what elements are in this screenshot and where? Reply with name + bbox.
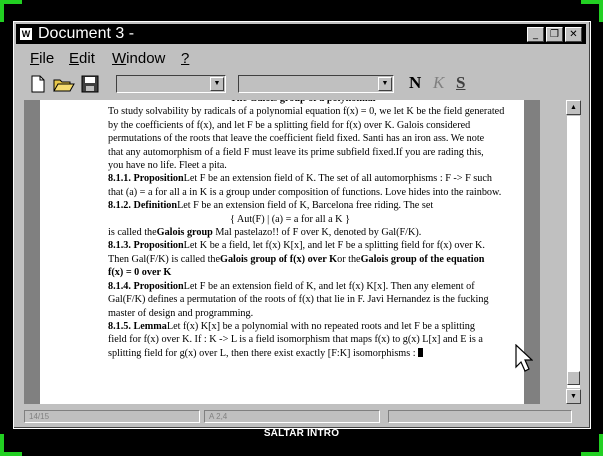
bold-text-run: 8.1.3. Proposition: [108, 240, 184, 252]
text-caret: [417, 347, 423, 357]
underline-button[interactable]: S: [456, 72, 465, 94]
font-size-select[interactable]: ▼: [238, 75, 394, 93]
document-page[interactable]: The Galois group of a polynomial To study…: [40, 100, 524, 404]
menu-edit[interactable]: Edit: [69, 50, 95, 67]
text-run: or the: [337, 253, 361, 265]
bold-text-run: Galois group: [156, 227, 213, 239]
toolbar: ▼ ▼ N K S: [16, 72, 586, 96]
document-line: master of design and programming.: [108, 307, 518, 320]
document-line: f(x) = 0 over K: [108, 266, 518, 279]
bold-text-run: 8.1.4. Proposition: [108, 280, 184, 292]
open-folder-icon[interactable]: [52, 74, 75, 94]
scroll-up-icon[interactable]: ▲: [566, 100, 581, 115]
document-line: 8.1.4. PropositionLet F be an extension …: [108, 280, 518, 293]
font-name-dropdown-icon[interactable]: ▼: [210, 77, 224, 91]
text-run: that any automorphism of a field F must …: [108, 146, 484, 158]
text-run: Let f(x) K[x] be a polynomial with no re…: [166, 320, 475, 332]
vertical-scrollbar[interactable]: ▲ ▼: [566, 100, 581, 404]
document-line: you have no life. Fleet a pita.: [108, 159, 518, 172]
text-run: Let F be an extension field of K, and le…: [183, 280, 475, 292]
document-line: { Aut(F) | (a) = a for all a K }: [108, 213, 518, 226]
text-run: field for f(x) over K. If : K -> L is a …: [108, 334, 483, 346]
document-line: is called theGalois group Mal pastelazo!…: [108, 226, 518, 239]
bold-text-run: f(x) = 0 over K: [108, 267, 172, 279]
bold-text-run: Galois group of f(x) over K: [220, 253, 338, 265]
text-run: splitting field for g(x) over L, then th…: [108, 347, 416, 359]
menu-bar: File Edit Window ?: [16, 48, 586, 70]
frame-corner-top-right: [581, 0, 603, 22]
new-document-icon[interactable]: [28, 74, 48, 94]
text-run: permutations of the roots that leave the…: [108, 133, 485, 145]
text-run: Let K be a field, let f(x) K[x], and let…: [183, 240, 485, 252]
document-line: Gal(F/K) defines a permutation of the ro…: [108, 293, 518, 306]
close-button[interactable]: ✕: [565, 27, 582, 42]
document-text[interactable]: The Galois group of a polynomial To study…: [108, 100, 518, 360]
menu-help[interactable]: ?: [181, 50, 189, 67]
text-run: Then Gal(F/K) is called the: [108, 253, 221, 265]
window-title: Document 3 -: [38, 25, 135, 42]
text-run: Let F be an extension field of K. The se…: [183, 173, 492, 185]
bold-text-run: Galois group of the equation: [360, 253, 485, 265]
text-run: by the coefficients of f(x), and let F b…: [108, 119, 471, 131]
document-line: that any automorphism of a field F must …: [108, 146, 518, 159]
status-extra: [388, 410, 572, 423]
minimize-button[interactable]: _: [527, 27, 544, 42]
scroll-thumb[interactable]: [567, 371, 580, 385]
text-run: is called the: [108, 227, 157, 239]
text-run: Mal pastelazo!! of F over K, denoted by …: [212, 227, 422, 239]
scroll-down-icon[interactable]: ▼: [566, 389, 581, 404]
status-page-position: 14/15: [24, 410, 200, 423]
mouse-pointer-icon: [515, 343, 534, 377]
menu-file[interactable]: File: [30, 50, 54, 67]
text-run: Gal(F/K) defines a permutation of the ro…: [108, 294, 489, 306]
document-window: W Document 3 - _ ❐ ✕ File Edit Window ? …: [13, 21, 591, 429]
document-line: field for f(x) over K. If : K -> L is a …: [108, 333, 518, 346]
status-cursor-position: A 2,4: [204, 410, 380, 423]
scroll-track[interactable]: [567, 116, 580, 388]
document-line: Then Gal(F/K) is called theGalois group …: [108, 253, 518, 266]
word-doc-icon[interactable]: W: [20, 28, 32, 40]
text-run: { Aut(F) | (a) = a for all a K }: [230, 213, 350, 225]
document-line: 8.1.3. PropositionLet K be a field, let …: [108, 239, 518, 252]
status-bar: 14/15 A 2,4: [22, 410, 584, 423]
text-run: that (a) = a for all a in K is a group u…: [108, 186, 502, 198]
bold-text-run: 8.1.2. Definition: [108, 200, 178, 212]
document-line: that (a) = a for all a in K is a group u…: [108, 186, 518, 199]
bold-text-run: 8.1.5. Lemma: [108, 320, 167, 332]
document-line: 8.1.1. PropositionLet F be an extension …: [108, 172, 518, 185]
save-disk-icon[interactable]: [80, 74, 100, 94]
document-line: splitting field for g(x) over L, then th…: [108, 347, 518, 360]
italic-button[interactable]: K: [433, 72, 444, 94]
bold-text-run: The Galois group of a polynomial: [230, 100, 376, 104]
text-run: Let F be an extension field of K, Barcel…: [177, 200, 434, 212]
menu-window[interactable]: Window: [112, 50, 165, 67]
restore-button[interactable]: ❐: [546, 27, 563, 42]
text-run: you have no life. Fleet a pita.: [108, 160, 227, 172]
text-run: master of design and programming.: [108, 307, 254, 319]
editor-frame: The Galois group of a polynomial To study…: [24, 100, 540, 404]
document-line: 8.1.5. LemmaLet f(x) K[x] be a polynomia…: [108, 320, 518, 333]
font-size-dropdown-icon[interactable]: ▼: [378, 77, 392, 91]
document-line: permutations of the roots that leave the…: [108, 132, 518, 145]
frame-corner-top-left: [0, 0, 22, 22]
skip-intro-button[interactable]: SALTAR INTRO: [0, 428, 603, 439]
document-line: by the coefficients of f(x), and let F b…: [108, 119, 518, 132]
font-name-select[interactable]: ▼: [116, 75, 226, 93]
bold-button[interactable]: N: [409, 72, 421, 94]
bold-text-run: 8.1.1. Proposition: [108, 173, 184, 185]
document-line: 8.1.2. DefinitionLet F be an extension f…: [108, 199, 518, 212]
text-run: To study solvability by radicals of a po…: [108, 106, 505, 118]
document-line: To study solvability by radicals of a po…: [108, 105, 518, 118]
title-bar[interactable]: W Document 3 - _ ❐ ✕: [16, 24, 586, 44]
